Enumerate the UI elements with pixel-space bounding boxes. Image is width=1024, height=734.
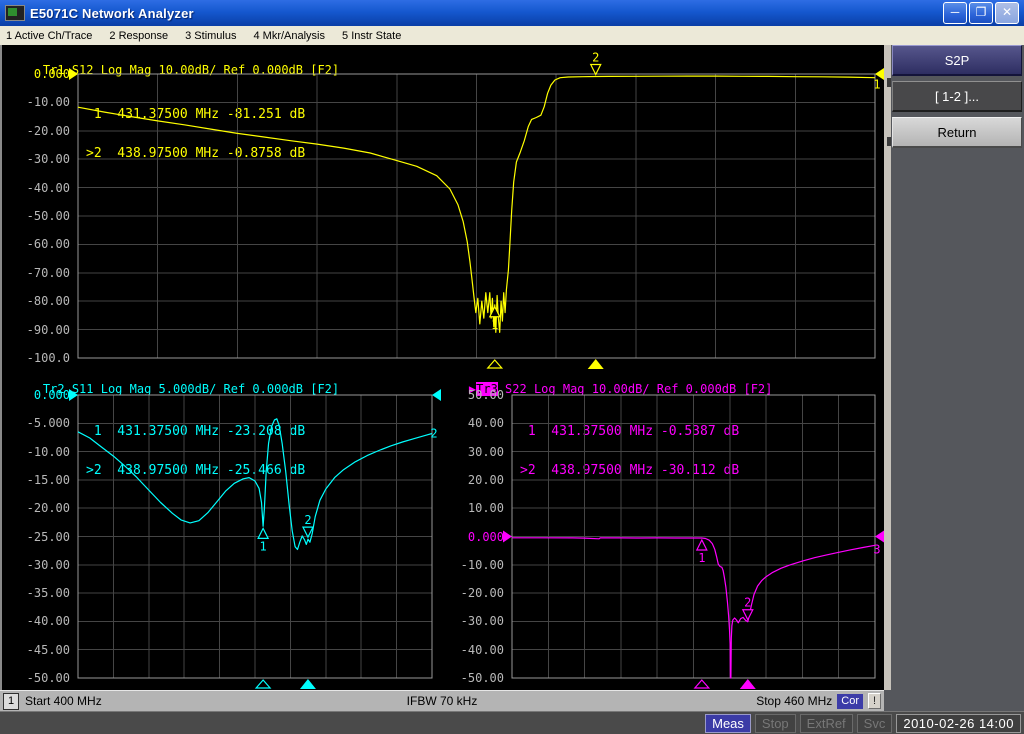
e5071c-application-window: E5071C Network Analyzer ─ ❐ ✕ 1 Active C… (0, 0, 1024, 734)
window-title: E5071C Network Analyzer (30, 6, 194, 21)
app-icon (5, 5, 25, 21)
datetime-display: 2010-02-26 14:00 (896, 714, 1021, 733)
y-axis-label: -100.0 (0, 351, 70, 365)
sweep-stop-status: Stop (755, 714, 796, 733)
y-axis-label: 50.00 (0, 388, 504, 402)
svc-status: Svc (857, 714, 893, 733)
softkey-s2p[interactable]: S2P (892, 45, 1022, 76)
marker-row: 1 431.37500 MHz -81.251 dB (86, 108, 305, 121)
ifbw-value: IFBW 70 kHz (407, 694, 478, 708)
close-button[interactable]: ✕ (995, 2, 1019, 24)
minimize-button[interactable]: ─ (943, 2, 967, 24)
y-axis-label: 10.00 (0, 501, 504, 515)
s22-marker-readout: 1 431.37500 MHz -0.5387 dB >2 438.97500 … (520, 399, 739, 503)
menu-item-response[interactable]: 2 Response (109, 30, 168, 42)
y-axis-label: -10.00 (0, 558, 504, 572)
y-axis-label: -50.00 (0, 209, 70, 223)
y-axis-label: -40.00 (0, 643, 504, 657)
menubar: 1 Active Ch/Trace 2 Response 3 Stimulus … (0, 26, 1024, 45)
softkey-scroll-rail (884, 45, 891, 690)
rail-tick (887, 78, 891, 87)
menu-item-instr-state[interactable]: 5 Instr State (342, 30, 401, 42)
start-frequency: Start 400 MHz (25, 694, 102, 708)
alert-badge: ! (868, 693, 881, 709)
y-axis-label: 30.00 (0, 445, 504, 459)
softkey-return[interactable]: Return (892, 117, 1022, 148)
y-axis-label: -20.00 (0, 586, 504, 600)
y-axis-label: -20.00 (0, 124, 70, 138)
window-titlebar: E5071C Network Analyzer ─ ❐ ✕ (0, 0, 1024, 26)
restore-button[interactable]: ❐ (969, 2, 993, 24)
y-axis-label: 0.000 (0, 530, 504, 544)
y-axis-label: -40.00 (0, 181, 70, 195)
extref-status: ExtRef (800, 714, 853, 733)
instrument-status-bar: Meas Stop ExtRef Svc 2010-02-26 14:00 (0, 711, 1024, 734)
marker-row: 1 431.37500 MHz -0.5387 dB (520, 425, 739, 438)
y-axis-label: -90.00 (0, 323, 70, 337)
y-axis-label: 20.00 (0, 473, 504, 487)
menu-item-stimulus[interactable]: 3 Stimulus (185, 30, 236, 42)
rail-tick (887, 137, 891, 146)
stop-frequency: Stop 460 MHz (756, 694, 832, 708)
y-axis-label: -60.00 (0, 237, 70, 251)
y-axis-label: 0.000 (0, 67, 70, 81)
y-axis-label: -30.00 (0, 614, 504, 628)
y-axis-label: -30.00 (0, 152, 70, 166)
y-axis-label: -10.00 (0, 95, 70, 109)
meas-status: Meas (705, 714, 751, 733)
softkey-panel: S2P [ 1-2 ]... Return (884, 45, 1024, 711)
channel-number: 1 (3, 693, 19, 710)
correction-badge: Cor (837, 694, 863, 709)
marker-row: >2 438.97500 MHz -0.8758 dB (86, 147, 305, 160)
menu-item-mkr-analysis[interactable]: 4 Mkr/Analysis (253, 30, 325, 42)
y-axis-label: -80.00 (0, 294, 70, 308)
channel-status-bar: 1 Start 400 MHz IFBW 70 kHz Stop 460 MHz… (0, 690, 884, 711)
y-axis-label: -50.00 (0, 671, 504, 685)
s12-marker-readout: 1 431.37500 MHz -81.251 dB >2 438.97500 … (86, 82, 305, 186)
menu-item-active-ch-trace[interactable]: 1 Active Ch/Trace (6, 30, 92, 42)
y-axis-label: -70.00 (0, 266, 70, 280)
y-axis-label: 40.00 (0, 416, 504, 430)
softkey-1-2[interactable]: [ 1-2 ]... (892, 81, 1022, 112)
marker-row: >2 438.97500 MHz -30.112 dB (520, 464, 739, 477)
